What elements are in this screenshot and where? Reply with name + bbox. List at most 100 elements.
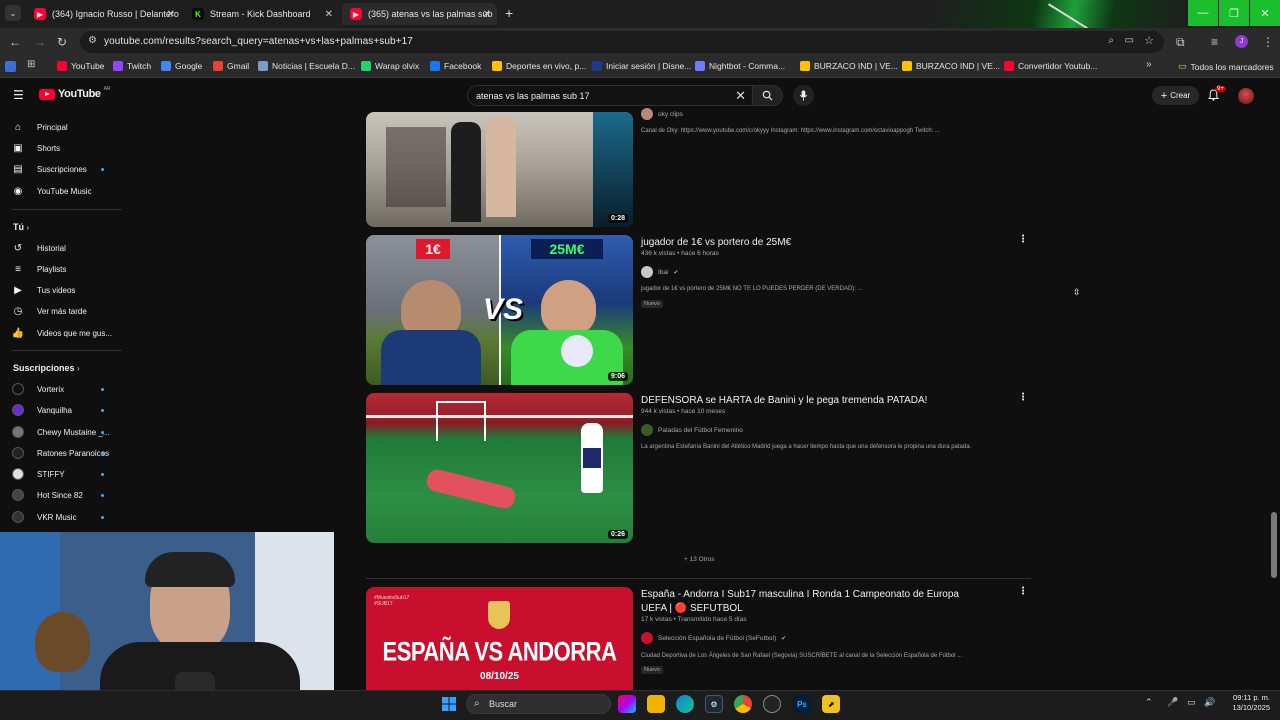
- channel-link[interactable]: Selección Española de Fútbol (SeFutbol) …: [641, 632, 786, 644]
- tray-chevron-icon[interactable]: ⌃: [1145, 697, 1153, 708]
- reading-list-icon[interactable]: ≡: [1211, 35, 1218, 49]
- youtube-logo[interactable]: YouTube AR: [39, 86, 111, 100]
- steam-icon[interactable]: ⚙: [705, 695, 723, 713]
- bookmark-item[interactable]: Facebook: [430, 61, 481, 71]
- video-options-icon[interactable]: ⋮: [1018, 392, 1028, 403]
- tab-kick-dashboard[interactable]: K Stream - Kick Dashboard ✕: [184, 3, 339, 25]
- video-title[interactable]: DEFENSORA se HARTA de Banini y le pega t…: [641, 394, 981, 408]
- chrome-icon[interactable]: [734, 695, 752, 713]
- address-bar[interactable]: ⚙ youtube.com/results?search_query=atena…: [80, 31, 1164, 53]
- account-avatar[interactable]: [1238, 88, 1254, 104]
- edge-icon[interactable]: [676, 695, 694, 713]
- search-input[interactable]: atenas vs las palmas sub 17 ✕: [467, 85, 753, 106]
- tab-search-button[interactable]: ⌄: [5, 5, 21, 21]
- close-window-button[interactable]: ✕: [1250, 0, 1280, 26]
- bookmark-item[interactable]: Noticias | Escuela D...: [258, 61, 355, 71]
- obs-icon[interactable]: [763, 695, 781, 713]
- site-info-icon[interactable]: ⚙: [88, 35, 97, 46]
- clear-search-icon[interactable]: ✕: [735, 88, 746, 104]
- grid-icon[interactable]: ⊞: [27, 59, 35, 70]
- bookmark-item[interactable]: Iniciar sesión | Disne...: [592, 61, 691, 71]
- bookmark-item[interactable]: Google: [161, 61, 202, 71]
- channel-link[interactable]: oky clips: [641, 108, 683, 120]
- bookmark-item[interactable]: Gmail: [213, 61, 249, 71]
- sidebar-item-suscripciones[interactable]: ▤ Suscripciones: [12, 161, 87, 177]
- new-content-dot: [101, 388, 104, 391]
- subscription-item[interactable]: Vorterix: [12, 381, 64, 397]
- windows-start-icon[interactable]: [440, 695, 458, 713]
- bookmark-item[interactable]: BURZACO IND | VE...: [800, 61, 898, 71]
- page-scrollbar[interactable]: [1271, 512, 1277, 578]
- show-more-results[interactable]: + 13 Otros: [684, 556, 715, 563]
- tab-ignacio-russo[interactable]: ▶ (364) Ignacio Russo | Delantero ✕: [26, 3, 181, 25]
- start-grid-icon: [442, 697, 456, 711]
- subscription-item[interactable]: STIFFY: [12, 466, 65, 482]
- sidebar-item-principal[interactable]: ⌂ Principal: [12, 119, 68, 135]
- all-bookmarks-folder[interactable]: ▭ Todos los marcadores: [1178, 61, 1274, 72]
- minimize-button[interactable]: —: [1188, 0, 1218, 26]
- create-button[interactable]: + Crear: [1152, 86, 1199, 105]
- photoshop-icon[interactable]: Ps: [793, 695, 811, 713]
- video-title[interactable]: jugador de 1€ vs portero de 25M€: [641, 236, 981, 250]
- bookmark-star-icon[interactable]: ☆: [1144, 34, 1154, 47]
- taskbar-search[interactable]: ⌕ Buscar: [466, 694, 611, 714]
- zoom-icon[interactable]: ⌕: [1108, 35, 1114, 46]
- subscriptions-section-heading[interactable]: Suscripciones ›: [13, 363, 80, 373]
- extensions-icon[interactable]: ⧉: [1176, 35, 1185, 50]
- sidebar-item-videos-que-me-gus[interactable]: 👍 Videos que me gus...: [12, 325, 112, 341]
- bookmark-item[interactable]: Convertidor Youtub...: [1004, 61, 1097, 71]
- app-icon[interactable]: ⬈: [822, 695, 840, 713]
- close-tab-icon[interactable]: ✕: [325, 9, 333, 20]
- channel-avatar: [12, 447, 24, 459]
- copilot-icon[interactable]: [618, 695, 636, 713]
- browser-menu-icon[interactable]: ⋮: [1262, 35, 1274, 49]
- voice-search-button[interactable]: [793, 85, 814, 106]
- file-explorer-icon[interactable]: [647, 695, 665, 713]
- video-title[interactable]: España - Andorra I Sub17 masculina I Ron…: [641, 588, 981, 616]
- subscription-item[interactable]: Vanquilha: [12, 402, 72, 418]
- forward-icon[interactable]: →: [34, 35, 46, 49]
- bookmark-item[interactable]: Deportes en vivo, p...: [492, 61, 586, 71]
- subscription-item[interactable]: Ratones Paranoicos: [12, 445, 109, 461]
- bookmark-item[interactable]: Warap olvix: [361, 61, 419, 71]
- bookmark-item[interactable]: YouTube: [57, 61, 104, 71]
- sidebar-item-ver-m-s-tarde[interactable]: ◷ Ver más tarde: [12, 303, 87, 319]
- video-thumbnail[interactable]: 0:28: [366, 112, 633, 227]
- you-section-heading[interactable]: Tú ›: [13, 222, 29, 232]
- apps-icon[interactable]: [5, 61, 16, 72]
- tab-atenas-search[interactable]: ▶ (365) atenas vs las palmas sub ✕: [342, 3, 497, 25]
- video-thumbnail[interactable]: #MuestraSub17 #SUB17 ESPAÑA VS ANDORRA 0…: [366, 587, 633, 690]
- sidebar-item-historial[interactable]: ↺ Historial: [12, 240, 66, 256]
- profile-avatar[interactable]: J: [1235, 35, 1248, 48]
- guide-menu-icon[interactable]: ☰: [13, 88, 24, 102]
- sidebar-item-youtube-music[interactable]: ◉ YouTube Music: [12, 183, 92, 199]
- reload-icon[interactable]: ↻: [57, 35, 67, 49]
- back-icon[interactable]: ←: [9, 35, 21, 49]
- close-tab-icon[interactable]: ✕: [167, 9, 175, 20]
- video-options-icon[interactable]: ⋮: [1018, 586, 1028, 597]
- video-thumbnail[interactable]: 1€ 25M€ VS 9:06: [366, 235, 633, 385]
- bookmarks-overflow-button[interactable]: »: [1146, 59, 1152, 70]
- channel-link[interactable]: Ibai ✔: [641, 266, 679, 278]
- taskbar-clock[interactable]: 09:11 p. m. 13/10/2025: [1222, 693, 1270, 713]
- maximize-button[interactable]: ❐: [1219, 0, 1249, 26]
- video-options-icon[interactable]: ⋮: [1018, 234, 1028, 245]
- volume-icon[interactable]: 🔊: [1204, 697, 1215, 708]
- cast-icon[interactable]: ▭: [1125, 35, 1134, 46]
- new-tab-button[interactable]: +: [505, 6, 513, 20]
- bookmark-item[interactable]: Nightbot - Comma...: [695, 61, 785, 71]
- search-button[interactable]: [753, 85, 783, 106]
- bookmark-item[interactable]: Twitch: [113, 61, 151, 71]
- mic-tray-icon[interactable]: 🎤: [1167, 697, 1178, 708]
- channel-link[interactable]: Patadas del Fútbol Femenino: [641, 424, 743, 436]
- sidebar-item-tus-videos[interactable]: ▶ Tus videos: [12, 282, 75, 298]
- video-thumbnail[interactable]: 0:26: [366, 393, 633, 543]
- bookmark-item[interactable]: BURZACO IND | VE...: [902, 61, 1000, 71]
- sidebar-item-playlists[interactable]: ≡ Playlists: [12, 261, 66, 277]
- sidebar-item-shorts[interactable]: ▣ Shorts: [12, 140, 60, 156]
- close-tab-icon[interactable]: ✕: [483, 9, 491, 20]
- network-icon[interactable]: ▭: [1187, 697, 1196, 708]
- subscription-item[interactable]: VKR Music: [12, 509, 77, 525]
- subscription-item[interactable]: Chewy Mustaine _...: [12, 424, 109, 440]
- subscription-item[interactable]: Hot Since 82: [12, 487, 83, 503]
